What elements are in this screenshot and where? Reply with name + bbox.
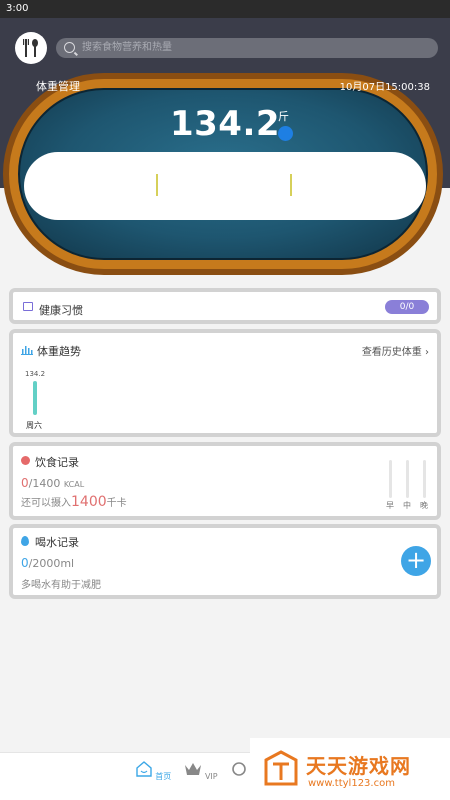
water-drop-icon [21,536,29,546]
diet-title: 饮食记录 [35,456,79,469]
search-input[interactable]: 搜索食物营养和热量 [56,38,438,58]
nav-vip-label: VIP [204,772,218,781]
status-time: 3:00 [6,3,29,14]
calorie-target: /1400 [28,477,61,490]
calorie-remaining: 还可以摄入1400千卡 [21,494,127,510]
calorie-icon [231,762,246,776]
weight-ruler[interactable] [24,152,426,220]
weight-unit: 斤 [278,110,289,123]
dinner-bar [423,460,426,498]
watermark-url: www.ttyl123.com [308,778,395,789]
fork-spoon-icon [23,39,38,57]
app-header: 搜索食物营养和热量 [0,28,450,68]
nav-home[interactable]: 首页 [133,761,173,782]
water-title: 喝水记录 [35,536,79,549]
datetime: 10月07日15:00:38 [339,82,430,93]
meal-label-dinner: 晚 [420,501,428,510]
crown-icon [185,763,202,775]
chart-bar [33,381,37,415]
plus-icon: + [405,546,427,574]
search-placeholder: 搜索食物营养和热量 [82,42,172,53]
calendar-icon [23,302,33,311]
habit-badge: 0/0 [385,300,429,314]
trend-card: 体重趋势 查看历史体重 › 134.2 周六 [9,329,441,437]
avatar[interactable] [15,32,47,64]
diet-card[interactable]: 饮食记录 0/1400 KCAL 还可以摄入1400千卡 早 中 晚 [9,442,441,520]
history-link[interactable]: 查看历史体重 › [362,343,429,358]
nav-home-label: 首页 [155,772,172,781]
ruler-tick [156,174,158,196]
status-bar: 3:00 [0,0,450,18]
remain-prefix: 还可以摄入 [21,498,71,509]
weight-display: 134.2 斤 [0,104,450,144]
remain-value: 1400 [71,494,107,510]
bar-chart-icon [21,346,33,355]
habit-title: 健康习惯 [39,304,83,317]
watermark-title: 天天游戏网 [306,754,411,778]
breakfast-bar [389,460,392,498]
lunch-bar [406,460,409,498]
watermark: 天天游戏网 www.ttyl123.com [250,738,450,800]
add-water-button[interactable]: + [401,546,431,576]
chart-tick-label: 周六 [26,421,42,430]
chevron-right-icon: › [425,347,429,358]
chart-data-label: 134.2 [25,370,46,378]
trend-title: 体重趋势 [37,345,81,358]
ruler-tick [290,174,292,196]
water-current: 0 [21,556,29,570]
water-card[interactable]: 喝水记录 0/2000ml 多喝水有助于减肥 + [9,524,441,599]
remain-unit: 千卡 [106,498,127,509]
calorie-unit: KCAL [63,480,85,489]
food-icon [21,456,30,465]
habit-card[interactable]: 健康习惯 0/0 [9,288,441,324]
page-title: 体重管理 [36,80,80,93]
search-icon [64,42,75,53]
nav-vip[interactable]: VIP [181,761,221,781]
history-link-label: 查看历史体重 [361,347,422,358]
water-progress: 0/2000ml [21,556,74,570]
meal-label-breakfast: 早 [386,501,394,510]
watermark-logo-icon [264,750,298,786]
water-target: /2000ml [28,557,75,570]
water-tip: 多喝水有助于减肥 [21,580,101,591]
edit-weight-button[interactable] [278,126,293,141]
home-icon [136,761,152,777]
title-row: 体重管理 10月07日15:00:38 [0,78,450,94]
calorie-current: 0 [21,476,29,490]
meal-label-lunch: 中 [403,501,411,510]
weight-value: 134.2 [169,104,281,144]
calorie-progress: 0/1400 KCAL [21,476,84,490]
